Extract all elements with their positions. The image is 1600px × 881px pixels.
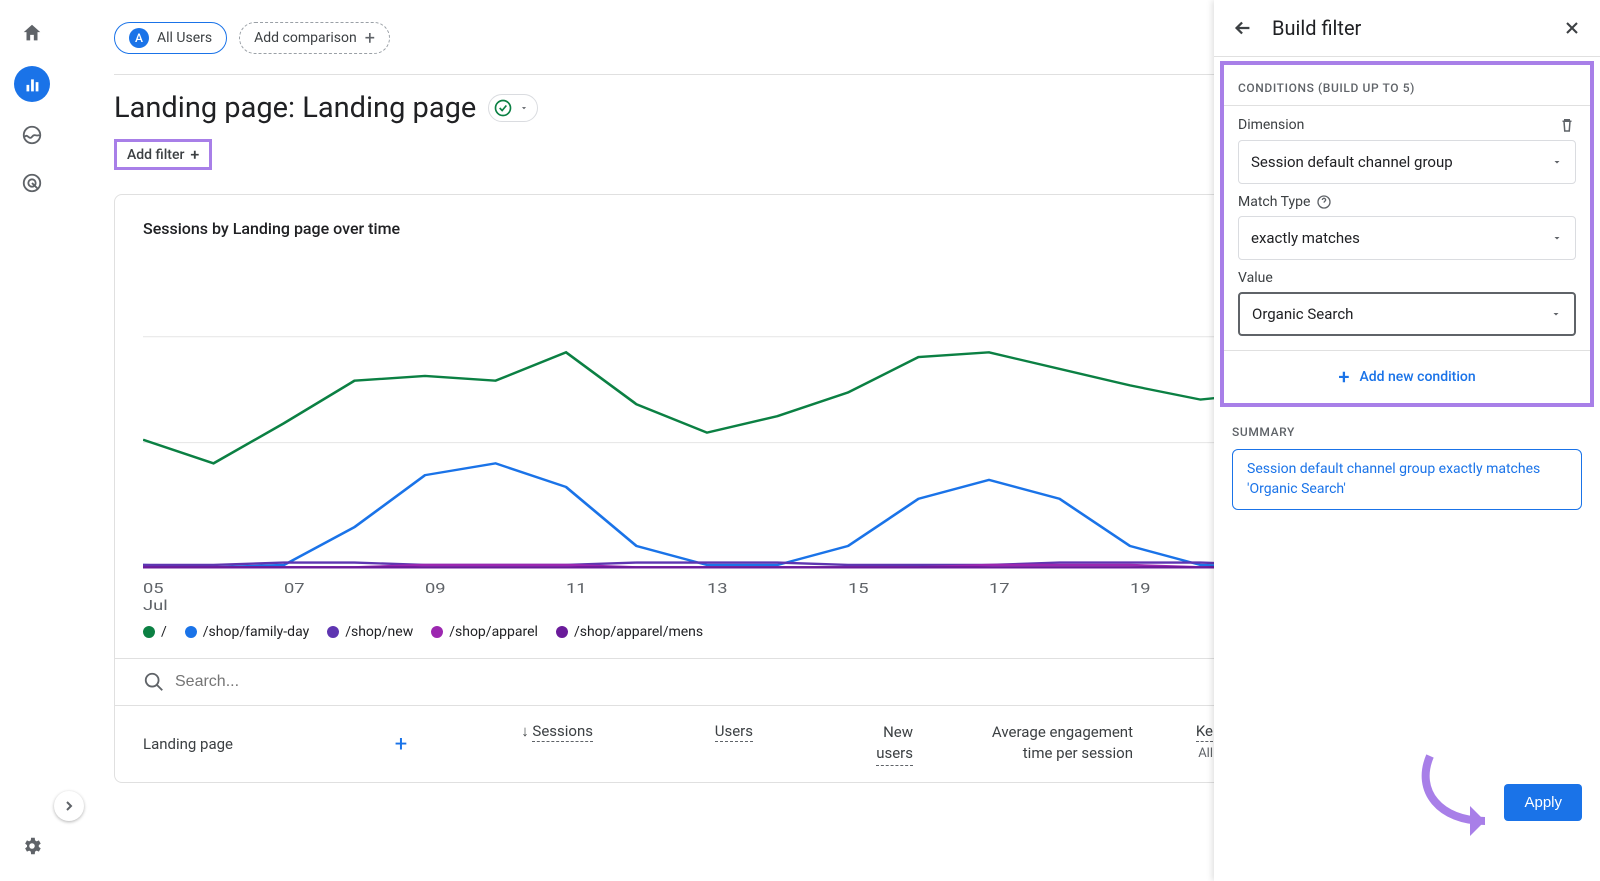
legend-label: /shop/new <box>345 624 413 640</box>
col-all: All <box>1133 746 1213 761</box>
annotation-arrow-icon <box>1410 751 1520 841</box>
settings-icon[interactable] <box>17 831 47 861</box>
page-title: Landing page: Landing page <box>114 91 476 125</box>
legend-item[interactable]: /shop/apparel <box>431 624 538 640</box>
col-users[interactable]: Users <box>715 722 753 742</box>
add-dimension-button[interactable]: + <box>389 732 413 756</box>
match-type-label: Match Type <box>1238 194 1310 210</box>
plus-icon: + <box>190 145 199 164</box>
value-value: Organic Search <box>1252 305 1353 323</box>
left-nav <box>0 0 64 881</box>
search-icon <box>143 671 165 693</box>
conditions-label: CONDITIONS (BUILD UP TO 5) <box>1224 65 1590 106</box>
match-type-select[interactable]: exactly matches <box>1238 216 1576 260</box>
legend-dot <box>185 626 197 638</box>
svg-text:11: 11 <box>566 580 587 596</box>
col-sessions[interactable]: Sessions <box>532 722 593 742</box>
advertising-icon[interactable] <box>17 168 47 198</box>
add-filter-button[interactable]: Add filter + <box>114 139 212 170</box>
all-users-avatar: A <box>129 28 149 48</box>
chevron-down-icon <box>1551 232 1563 244</box>
legend-dot <box>327 626 339 638</box>
panel-title: Build filter <box>1272 16 1544 40</box>
expand-nav-button[interactable] <box>54 791 84 821</box>
all-users-label: All Users <box>157 30 212 46</box>
add-condition-button[interactable]: + Add new condition <box>1224 350 1590 403</box>
svg-text:09: 09 <box>425 580 446 596</box>
summary-label: SUMMARY <box>1232 421 1582 449</box>
add-filter-label: Add filter <box>127 147 184 163</box>
legend-item[interactable]: /shop/apparel/mens <box>556 624 703 640</box>
explore-icon[interactable] <box>17 120 47 150</box>
all-users-chip[interactable]: A All Users <box>114 22 227 54</box>
svg-text:15: 15 <box>848 580 869 596</box>
plus-icon: + <box>365 28 375 49</box>
reports-icon[interactable] <box>14 66 50 102</box>
chevron-down-icon <box>519 103 529 113</box>
close-icon[interactable] <box>1562 18 1582 38</box>
legend-label: /shop/apparel/mens <box>574 624 703 640</box>
help-icon[interactable] <box>1316 194 1332 210</box>
back-arrow-icon[interactable] <box>1232 17 1254 39</box>
add-comparison-chip[interactable]: Add comparison + <box>239 22 390 54</box>
legend-label: /shop/apparel <box>449 624 538 640</box>
conditions-section: CONDITIONS (BUILD UP TO 5) Dimension Ses… <box>1220 61 1594 407</box>
svg-text:19: 19 <box>1130 580 1151 596</box>
value-select[interactable]: Organic Search <box>1238 292 1576 336</box>
build-filter-panel: Build filter CONDITIONS (BUILD UP TO 5) … <box>1214 0 1600 881</box>
add-comparison-label: Add comparison <box>254 30 357 46</box>
legend-dot <box>556 626 568 638</box>
svg-text:13: 13 <box>707 580 728 596</box>
col-key[interactable]: Ke <box>1196 722 1213 742</box>
dimension-label: Dimension <box>1238 117 1304 133</box>
svg-text:05: 05 <box>143 580 164 596</box>
legend-dot <box>143 626 155 638</box>
chevron-down-icon <box>1550 308 1562 320</box>
dimension-value: Session default channel group <box>1251 153 1453 171</box>
status-menu[interactable] <box>488 94 538 122</box>
summary-chip[interactable]: Session default channel group exactly ma… <box>1232 449 1582 510</box>
svg-text:07: 07 <box>284 580 305 596</box>
plus-icon: + <box>1338 365 1349 389</box>
legend-item[interactable]: / <box>143 624 167 640</box>
legend-item[interactable]: /shop/new <box>327 624 413 640</box>
legend-label: / <box>161 624 167 640</box>
sort-arrow-icon: ↓ <box>521 722 532 740</box>
dimension-select[interactable]: Session default channel group <box>1238 140 1576 184</box>
col-avg-engagement[interactable]: Average engagementtime per session <box>992 722 1133 764</box>
value-label: Value <box>1238 270 1273 286</box>
chevron-down-icon <box>1551 156 1563 168</box>
legend-label: /shop/family-day <box>203 624 309 640</box>
match-type-value: exactly matches <box>1251 229 1360 247</box>
home-icon[interactable] <box>17 18 47 48</box>
legend-item[interactable]: /shop/family-day <box>185 624 309 640</box>
delete-icon[interactable] <box>1558 116 1576 134</box>
svg-text:17: 17 <box>989 580 1010 596</box>
legend-dot <box>431 626 443 638</box>
col-new-users[interactable]: Newusers <box>876 722 913 766</box>
add-condition-label: Add new condition <box>1359 369 1475 385</box>
svg-text:Jul: Jul <box>143 597 168 612</box>
col-landing-page: Landing page <box>143 735 233 753</box>
